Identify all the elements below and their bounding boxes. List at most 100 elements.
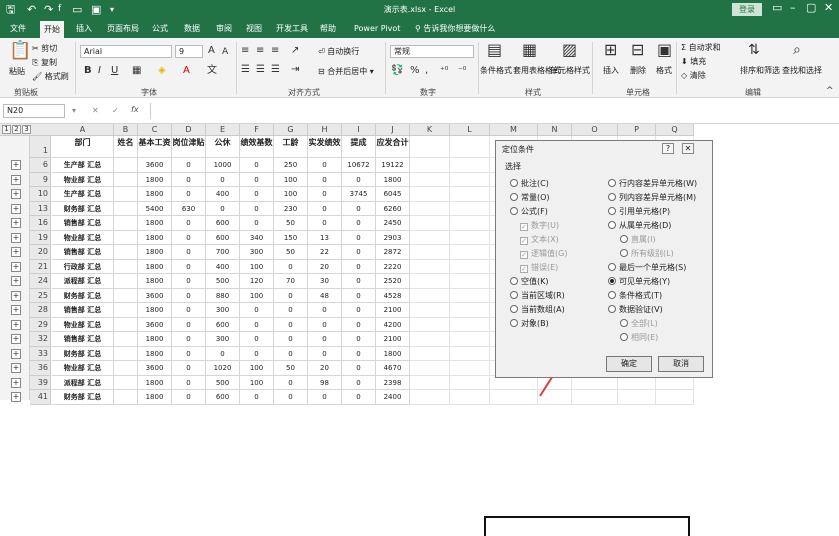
tab-formulas[interactable]: 公式 — [152, 23, 168, 34]
empty-cell[interactable] — [410, 332, 450, 347]
expand-group-icon[interactable]: + — [11, 348, 21, 359]
align-right-icon[interactable]: ☰ — [271, 63, 280, 77]
table-cell[interactable]: 0 — [240, 346, 274, 361]
column-header[interactable]: H — [308, 124, 342, 136]
table-cell[interactable]: 20 — [308, 259, 342, 274]
column-header[interactable]: K — [410, 124, 450, 136]
empty-cell[interactable] — [450, 288, 490, 303]
table-cell[interactable] — [114, 158, 138, 173]
table-cell[interactable]: 0 — [342, 274, 376, 289]
empty-cell[interactable] — [490, 390, 538, 405]
paste-icon[interactable]: 📋 — [9, 42, 31, 60]
column-header[interactable]: L — [450, 124, 490, 136]
table-cell[interactable]: 100 — [240, 288, 274, 303]
empty-cell[interactable] — [410, 375, 450, 390]
table-cell[interactable] — [114, 259, 138, 274]
table-cell[interactable]: 4200 — [376, 317, 410, 332]
row-number[interactable]: 19 — [30, 230, 51, 245]
empty-cell[interactable] — [450, 245, 490, 260]
table-cell[interactable]: 0 — [172, 158, 206, 173]
table-cell[interactable] — [114, 317, 138, 332]
table-cell[interactable] — [114, 288, 138, 303]
table-cell[interactable]: 0 — [308, 201, 342, 216]
table-cell[interactable]: 0 — [308, 172, 342, 187]
tell-me-search[interactable]: ⚲ 告诉我你想要做什么 — [415, 23, 495, 34]
option-radio[interactable]: 空值(K) — [510, 277, 549, 287]
table-cell[interactable]: 生产部 汇总 — [52, 158, 114, 173]
option-radio[interactable]: 最后一个单元格(S) — [608, 263, 686, 273]
table-cell[interactable]: 400 — [206, 259, 240, 274]
table-cell[interactable]: 1800 — [138, 390, 172, 405]
table-cell[interactable]: 6260 — [376, 201, 410, 216]
table-cell[interactable]: 19122 — [376, 158, 410, 173]
row-number[interactable]: 28 — [30, 303, 51, 318]
table-cell[interactable]: 0 — [172, 288, 206, 303]
table-cell[interactable]: 4528 — [376, 288, 410, 303]
table-cell[interactable]: 600 — [206, 317, 240, 332]
increase-decimal-icon[interactable]: ⁺⁰ — [440, 64, 448, 78]
maximize-icon[interactable]: ▢ — [806, 1, 816, 14]
header-cell[interactable]: 姓名 — [114, 136, 138, 158]
row-number[interactable]: 39 — [30, 375, 51, 390]
sort-filter-button[interactable]: 排序和筛选 — [740, 65, 780, 76]
table-cell[interactable]: 0 — [240, 332, 274, 347]
tab-view[interactable]: 视图 — [246, 23, 262, 34]
help-button[interactable]: ? — [662, 143, 674, 154]
table-cell[interactable]: 行政部 汇总 — [52, 259, 114, 274]
table-cell[interactable] — [114, 216, 138, 231]
table-cell[interactable]: 销售部 汇总 — [52, 332, 114, 347]
table-cell[interactable]: 0 — [172, 390, 206, 405]
table-cell[interactable]: 财务部 汇总 — [52, 390, 114, 405]
table-cell[interactable]: 0 — [274, 390, 308, 405]
table-cell[interactable]: 0 — [308, 390, 342, 405]
option-radio[interactable]: 从属单元格(D) — [608, 221, 671, 231]
empty-cell[interactable] — [618, 390, 656, 405]
table-cell[interactable]: 1800 — [138, 216, 172, 231]
orientation-icon[interactable]: ↗ — [291, 44, 299, 58]
option-radio[interactable]: 当前区域(R) — [510, 291, 565, 301]
dialog-close-button[interactable]: ✕ — [682, 143, 694, 154]
expand-group-icon[interactable]: + — [11, 305, 21, 315]
column-header[interactable]: F — [240, 124, 274, 136]
table-cell[interactable]: 0 — [342, 216, 376, 231]
option-radio[interactable]: 常量(O) — [510, 193, 550, 203]
empty-cell[interactable] — [450, 317, 490, 332]
login-button[interactable]: 登录 — [732, 3, 762, 16]
empty-cell[interactable] — [410, 201, 450, 216]
table-cell[interactable]: 1800 — [138, 259, 172, 274]
table-cell[interactable]: 0 — [342, 259, 376, 274]
table-cell[interactable]: 销售部 汇总 — [52, 303, 114, 318]
table-cell[interactable]: 0 — [206, 346, 240, 361]
row-number[interactable]: 1 — [30, 136, 51, 158]
expand-group-icon[interactable]: + — [11, 392, 21, 402]
option-radio[interactable]: 数据验证(V) — [608, 305, 663, 315]
table-cell[interactable] — [114, 172, 138, 187]
row-number[interactable]: 29 — [30, 317, 51, 332]
table-cell[interactable]: 1800 — [138, 245, 172, 260]
table-cell[interactable]: 50 — [274, 361, 308, 376]
table-cell[interactable]: 2100 — [376, 332, 410, 347]
find-select-icon[interactable]: ⌕ — [793, 43, 801, 57]
table-cell[interactable]: 销售部 汇总 — [52, 216, 114, 231]
empty-cell[interactable] — [450, 172, 490, 187]
align-center-icon[interactable]: ☰ — [256, 63, 265, 77]
option-radio[interactable]: 批注(C) — [510, 179, 549, 189]
insert-cells-button[interactable]: 插入 — [603, 65, 619, 76]
table-cell[interactable]: 0 — [308, 317, 342, 332]
tab-page-layout[interactable]: 页面布局 — [107, 23, 139, 34]
empty-cell[interactable] — [450, 230, 490, 245]
table-cell[interactable]: 财务部 汇总 — [52, 288, 114, 303]
font-color-icon[interactable]: A — [183, 64, 190, 78]
table-cell[interactable]: 0 — [206, 201, 240, 216]
table-cell[interactable]: 物业部 汇总 — [52, 317, 114, 332]
formula-input[interactable] — [150, 103, 836, 119]
table-cell[interactable]: 0 — [308, 346, 342, 361]
table-cell[interactable]: 1000 — [206, 158, 240, 173]
table-cell[interactable] — [114, 332, 138, 347]
table-cell[interactable]: 0 — [172, 187, 206, 202]
ribbon-display-icon[interactable]: ▭ — [772, 1, 782, 14]
table-cell[interactable]: 0 — [240, 187, 274, 202]
minimize-icon[interactable]: – — [790, 1, 796, 14]
table-cell[interactable] — [114, 187, 138, 202]
table-cell[interactable] — [114, 274, 138, 289]
